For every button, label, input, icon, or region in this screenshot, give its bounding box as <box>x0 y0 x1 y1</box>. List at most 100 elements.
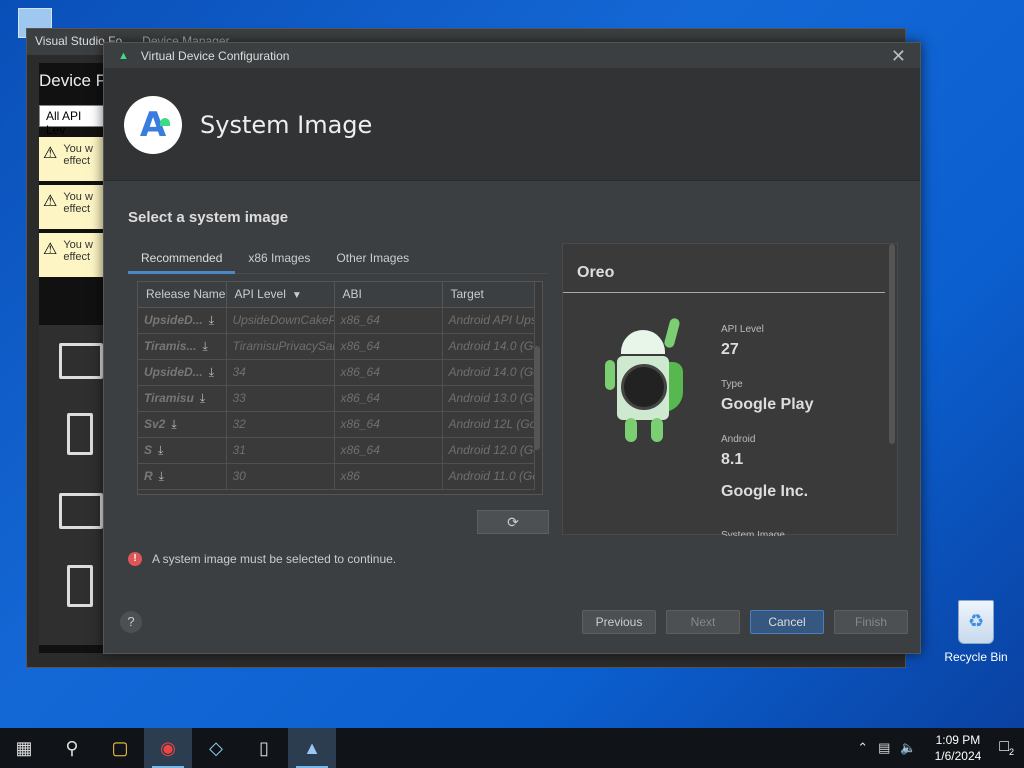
type-value: Google Play <box>721 396 814 413</box>
android-version-value: 8.1 <box>721 451 744 468</box>
download-icon[interactable]: ⤓ <box>158 443 163 458</box>
dialog-banner: A System Image <box>104 69 920 181</box>
notification-count: 2 <box>1008 747 1014 758</box>
abi-cell: x86_64 <box>334 385 443 412</box>
release-name-cell: UpsideD... ⤓ <box>138 307 227 334</box>
api-level-cell: UpsideDownCakeP <box>226 307 335 334</box>
abi-cell: x86_64 <box>334 437 443 464</box>
android-studio-icon: ▲ <box>303 737 321 758</box>
abi-cell: x86_64 <box>334 411 443 438</box>
column-header-api-level[interactable]: API Level ▼ <box>226 282 335 308</box>
windows-start-icon: ▦ <box>15 737 33 758</box>
oreo-mascot-image <box>603 317 693 452</box>
clock-time: 1:09 PM <box>935 733 981 747</box>
warning-icon: ⚠ <box>43 193 58 210</box>
target-cell: Android 12.0 (Go <box>442 437 535 464</box>
api-level-cell: 30 <box>226 463 335 490</box>
target-cell: Android 14.0 (Go <box>442 359 535 386</box>
start-button[interactable]: ▦ <box>0 728 48 768</box>
image-detail-panel: Oreo API Level 27 Type Google Play Andro… <box>562 243 898 536</box>
release-name-cell: UpsideD... ⤓ <box>138 359 227 386</box>
dialog-footer: ? Previous Next Cancel Finish <box>104 603 920 653</box>
volume-muted-icon[interactable]: 🔈 <box>900 740 916 756</box>
image-properties: API Level 27 Type Google Play Android 8.… <box>721 324 813 521</box>
table-row[interactable]: Tiramis... ⤓ TiramisuPrivacySan x86_64 An… <box>138 333 535 360</box>
chrome-icon: ◉ <box>160 737 176 758</box>
android-label: Android <box>721 434 756 445</box>
api-level-cell: 31 <box>226 437 335 464</box>
taskbar-file-explorer[interactable]: ▢ <box>96 728 144 768</box>
tab-x86-images[interactable]: x86 Images <box>235 248 323 274</box>
detail-divider <box>563 292 885 293</box>
column-header-target[interactable]: Target <box>442 282 535 308</box>
release-name-cell: Tiramis... ⤓ <box>138 333 227 360</box>
tv-device-icon[interactable] <box>59 343 103 379</box>
cancel-button[interactable]: Cancel <box>750 610 824 634</box>
page-title: System Image <box>200 110 373 139</box>
column-header-release-name[interactable]: Release Name <box>138 282 227 308</box>
error-icon: ! <box>128 552 142 566</box>
table-row[interactable]: UpsideD... ⤓ 34 x86_64 Android 14.0 (Go <box>138 359 535 386</box>
taskbar-device-manager[interactable]: ▯ <box>240 728 288 768</box>
notification-icon[interactable]: □2 <box>999 738 1014 757</box>
download-icon[interactable]: ⤓ <box>209 313 214 328</box>
table-header-row: Release Name API Level ▼ ABI Target <box>138 282 535 308</box>
android-studio-logo-icon: A <box>124 95 182 154</box>
network-icon[interactable]: ▤ <box>878 740 890 756</box>
clock-date: 1/6/2024 <box>934 749 982 763</box>
type-label: Type <box>721 379 743 390</box>
warning-text: You w <box>63 239 93 251</box>
target-cell: Android 12L (Go <box>442 411 535 438</box>
phone-icon: ▯ <box>259 737 269 758</box>
table-row[interactable]: Sv2 ⤓ 32 x86_64 Android 12L (Go <box>138 411 535 438</box>
folder-icon: ▢ <box>111 737 129 758</box>
tab-other-images[interactable]: Other Images <box>323 248 422 274</box>
release-name-cell: Tiramisu ⤓ <box>138 385 227 412</box>
taskbar: ▦ ⚲ ▢ ◉ ◇ ▯ ▲ ⌃ ▤ 🔈 1:09 PM 1/6/2024 □2 <box>0 728 1024 768</box>
warning-text: effect <box>63 155 91 167</box>
chevron-up-icon[interactable]: ⌃ <box>857 740 868 756</box>
help-button[interactable]: ? <box>120 611 142 633</box>
dialog-titlebar: ▲ Virtual Device Configuration <box>104 43 920 69</box>
refresh-button[interactable]: ⟳ <box>477 510 549 534</box>
download-icon[interactable]: ⤓ <box>159 469 164 484</box>
abi-cell: x86 <box>334 463 443 490</box>
tab-recommended[interactable]: Recommended <box>128 248 236 274</box>
table-scrollbar[interactable] <box>534 346 540 450</box>
abi-cell: x86_64 <box>334 307 443 334</box>
warning-text: You w <box>63 143 93 155</box>
android-icon: ▲ <box>118 49 129 62</box>
warning-icon: ⚠ <box>43 145 58 162</box>
download-icon[interactable]: ⤓ <box>200 391 205 406</box>
target-cell: Android 11.0 (Go <box>442 463 535 490</box>
table-row[interactable]: S ⤓ 31 x86_64 Android 12.0 (Go <box>138 437 535 464</box>
api-level-filter[interactable]: All API Lev <box>39 105 111 137</box>
download-icon[interactable]: ⤓ <box>171 417 176 432</box>
column-header-abi[interactable]: ABI <box>334 282 443 308</box>
detail-scrollbar[interactable] <box>889 244 895 444</box>
search-button[interactable]: ⚲ <box>48 728 96 768</box>
warning-text: You w <box>63 191 93 203</box>
taskbar-android-studio[interactable]: ▲ <box>288 728 336 768</box>
recycle-bin[interactable]: Recycle Bin <box>940 600 1012 664</box>
table-row[interactable]: R ⤓ 30 x86 Android 11.0 (Go <box>138 463 535 490</box>
phone-device-icon[interactable] <box>67 413 93 455</box>
taskbar-app[interactable]: ◇ <box>192 728 240 768</box>
previous-button[interactable]: Previous <box>582 610 656 634</box>
next-button[interactable]: Next <box>666 610 740 634</box>
phone-device-icon[interactable] <box>67 565 93 607</box>
table-row[interactable]: Tiramisu ⤓ 33 x86_64 Android 13.0 (Go <box>138 385 535 412</box>
download-icon[interactable]: ⤓ <box>209 365 214 380</box>
taskbar-chrome[interactable]: ◉ <box>144 728 192 768</box>
tv-device-icon[interactable] <box>59 493 103 529</box>
clock[interactable]: 1:09 PM 1/6/2024 <box>935 732 982 764</box>
table-row[interactable]: UpsideD... ⤓ UpsideDownCakeP x86_64 Andro… <box>138 307 535 334</box>
recycle-bin-icon <box>958 600 994 644</box>
warning-text: effect <box>63 251 91 263</box>
api-level-cell: 33 <box>226 385 335 412</box>
api-level-cell: TiramisuPrivacySan <box>226 333 335 360</box>
finish-button[interactable]: Finish <box>834 610 908 634</box>
target-cell: Android API Ups <box>442 307 535 334</box>
close-icon[interactable]: ✕ <box>891 46 906 67</box>
download-icon[interactable]: ⤓ <box>202 339 207 354</box>
